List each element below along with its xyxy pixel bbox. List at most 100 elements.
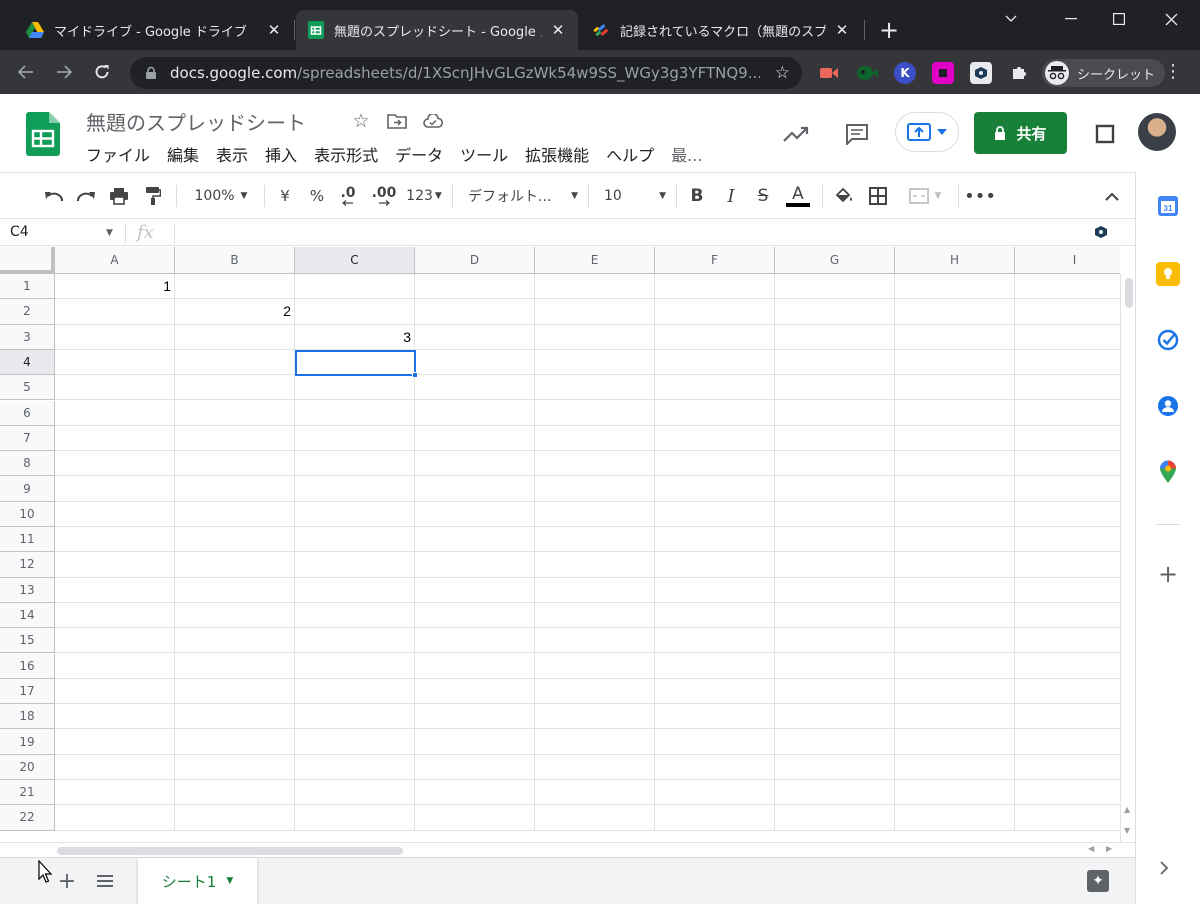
cell-d22[interactable] [415, 805, 535, 831]
cell-c18[interactable] [295, 704, 415, 730]
column-header-c[interactable]: C [295, 247, 415, 274]
cell-g20[interactable] [775, 754, 895, 780]
cell-d4[interactable] [415, 349, 535, 376]
cell-i11[interactable] [1015, 527, 1120, 553]
cell-c22[interactable] [295, 805, 415, 831]
cell-c16[interactable] [295, 653, 415, 679]
cell-c9[interactable] [295, 476, 415, 502]
column-header-d[interactable]: D [415, 247, 535, 274]
cell-i18[interactable] [1015, 704, 1120, 730]
cell-d18[interactable] [415, 704, 535, 730]
cell-b6[interactable] [175, 400, 295, 426]
cell-a13[interactable] [55, 577, 175, 603]
cell-e7[interactable] [535, 425, 655, 452]
cell-h2[interactable] [895, 299, 1015, 325]
cell-a4[interactable] [55, 349, 175, 376]
comments-icon[interactable] [843, 120, 871, 148]
cell-h13[interactable] [895, 577, 1015, 603]
minimize-window-icon[interactable] [1048, 6, 1094, 32]
cell-d5[interactable] [415, 375, 535, 401]
menu-view[interactable]: 表示 [216, 142, 248, 166]
cell-e9[interactable] [535, 476, 655, 502]
cell-g13[interactable] [775, 577, 895, 603]
cell-g2[interactable] [775, 299, 895, 325]
tasks-icon[interactable] [1156, 328, 1180, 352]
new-tab-button[interactable]: + [876, 18, 902, 44]
close-tab-icon[interactable]: ✕ [550, 21, 566, 39]
cell-g17[interactable] [775, 678, 895, 705]
menu-edit[interactable]: 編集 [167, 142, 199, 166]
cell-a12[interactable] [55, 552, 175, 578]
scrollbar-thumb[interactable] [57, 847, 403, 855]
name-box[interactable]: C4 [10, 224, 29, 240]
cell-g7[interactable] [775, 425, 895, 452]
cell-h11[interactable] [895, 527, 1015, 553]
row-header-9[interactable]: 9 [0, 476, 55, 502]
cell-c21[interactable] [295, 780, 415, 806]
cell-e10[interactable] [535, 501, 655, 527]
cell-d14[interactable] [415, 602, 535, 629]
cell-f12[interactable] [655, 552, 775, 578]
increase-decimal-button[interactable]: .00 [370, 183, 398, 209]
menu-extensions[interactable]: 拡張機能 [525, 142, 589, 166]
cell-g9[interactable] [775, 476, 895, 502]
row-header-10[interactable]: 10 [0, 501, 55, 527]
cell-b3[interactable] [175, 324, 295, 350]
cell-f6[interactable] [655, 400, 775, 426]
cell-d6[interactable] [415, 400, 535, 426]
number-format-select[interactable]: 123 ▼ [404, 183, 444, 209]
present-button[interactable] [895, 112, 959, 152]
print-icon[interactable] [107, 183, 131, 209]
cell-e20[interactable] [535, 754, 655, 780]
cell-e19[interactable] [535, 729, 655, 755]
menu-file[interactable]: ファイル [86, 142, 150, 166]
add-addon-icon[interactable]: + [1156, 560, 1180, 588]
cell-i21[interactable] [1015, 780, 1120, 806]
row-header-1[interactable]: 1 [0, 274, 55, 300]
cell-d17[interactable] [415, 678, 535, 705]
calendar-icon[interactable]: 31 [1156, 194, 1180, 218]
row-header-5[interactable]: 5 [0, 375, 55, 401]
cell-b20[interactable] [175, 754, 295, 780]
cell-h7[interactable] [895, 425, 1015, 452]
menu-format[interactable]: 表示形式 [314, 142, 378, 166]
cell-b1[interactable] [175, 274, 295, 300]
cell-a2[interactable] [55, 299, 175, 325]
cell-h12[interactable] [895, 552, 1015, 578]
cell-h4[interactable] [895, 349, 1015, 376]
activity-trend-icon[interactable] [782, 120, 810, 148]
cell-d9[interactable] [415, 476, 535, 502]
cell-i4[interactable] [1015, 350, 1120, 376]
bold-button[interactable]: B [686, 183, 708, 209]
font-family-select[interactable]: デフォルト... ▼ [468, 183, 578, 209]
cell-i19[interactable] [1015, 729, 1120, 755]
cell-i17[interactable] [1015, 679, 1120, 705]
row-header-21[interactable]: 21 [0, 780, 55, 806]
explore-icon[interactable]: ✦ [1087, 870, 1109, 892]
cell-b7[interactable] [175, 425, 295, 452]
cell-e15[interactable] [535, 628, 655, 654]
cloud-saved-icon[interactable] [422, 110, 444, 132]
cell-g10[interactable] [775, 501, 895, 527]
extension-camera-icon[interactable] [856, 62, 878, 84]
formula-input[interactable] [176, 219, 1076, 246]
cell-d11[interactable] [415, 527, 535, 553]
cell-h6[interactable] [895, 400, 1015, 426]
cell-a9[interactable] [55, 476, 175, 502]
cell-h8[interactable] [895, 451, 1015, 477]
vertical-scrollbar[interactable]: ▲ ▼ [1120, 274, 1135, 845]
cell-g21[interactable] [775, 780, 895, 806]
extension-cube-icon[interactable] [1094, 225, 1108, 239]
row-header-8[interactable]: 8 [0, 451, 55, 477]
bookmark-star-icon[interactable]: ☆ [775, 63, 790, 83]
cell-b21[interactable] [175, 780, 295, 806]
maximize-window-icon[interactable] [1096, 6, 1142, 32]
cell-a17[interactable] [55, 678, 175, 705]
cell-f13[interactable] [655, 577, 775, 603]
cell-i16[interactable] [1015, 654, 1120, 679]
chevron-right-icon[interactable] [1160, 860, 1169, 879]
cell-e12[interactable] [535, 552, 655, 578]
move-folder-icon[interactable] [386, 110, 408, 132]
cell-d16[interactable] [415, 653, 535, 679]
cell-h20[interactable] [895, 754, 1015, 780]
